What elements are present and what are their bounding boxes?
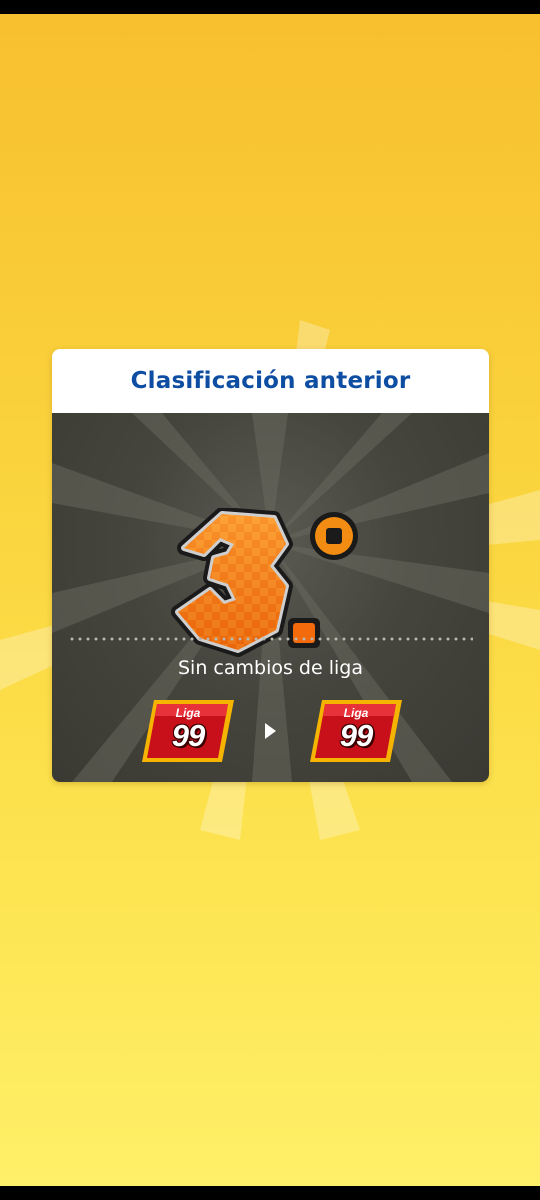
panel-body: Sin cambios de liga Liga 99 Liga 99 [52,413,489,782]
panel-header: Clasificación anterior [52,349,489,413]
panel-title: Clasificación anterior [130,368,411,394]
previous-league-badge: Liga 99 [142,698,234,764]
league-status-text: Sin cambios de liga [178,657,363,679]
dotted-divider [68,637,473,641]
navigation-bar [0,1186,540,1200]
rank-third-place-graphic [171,508,358,657]
league-number: 99 [171,718,205,753]
previous-ranking-panel: Clasificación anterior Sin cambios de li… [52,349,489,782]
current-league-badge: Liga 99 [310,698,402,764]
status-bar [0,0,540,14]
play-arrow-icon [265,723,276,739]
rank-number-3 [171,508,293,657]
rank-dot [288,618,320,648]
league-number: 99 [339,718,373,753]
rank-degree-symbol [310,512,358,560]
league-change-row: Liga 99 Liga 99 [52,698,489,768]
